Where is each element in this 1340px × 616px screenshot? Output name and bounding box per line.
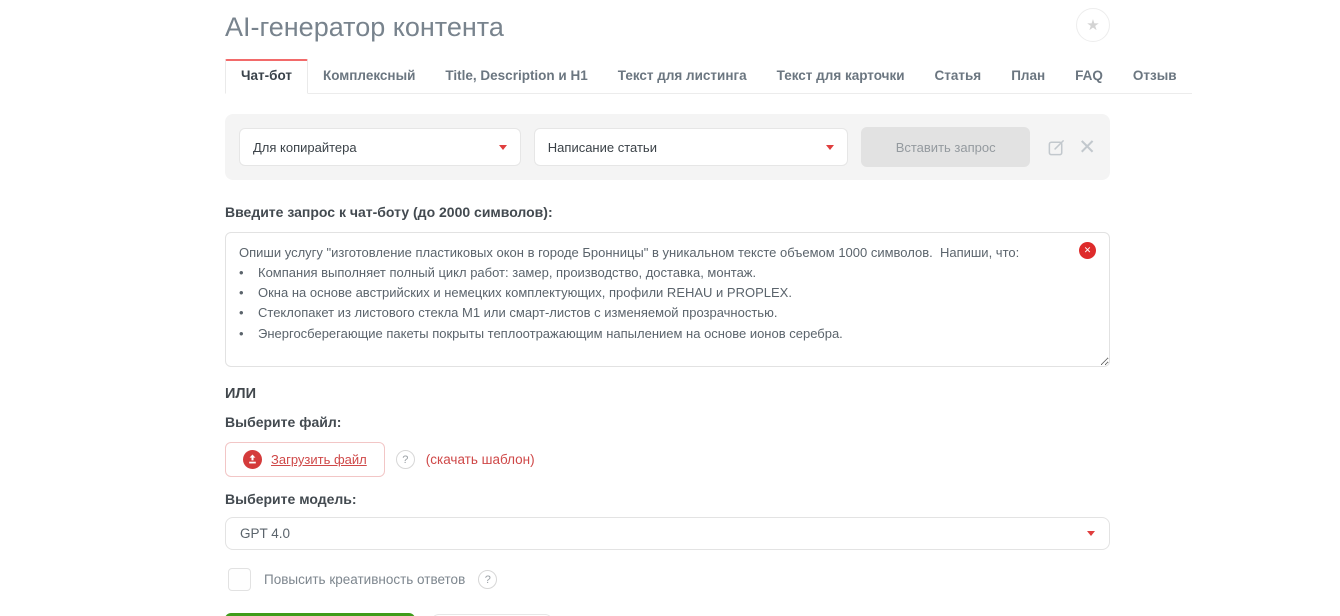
or-label: ИЛИ: [225, 386, 257, 402]
clear-icon: ✕: [1083, 245, 1092, 255]
tab-article[interactable]: Статья: [920, 59, 997, 93]
prompt-template-bar: Для копирайтера Написание статьи Вставит…: [225, 114, 1110, 180]
tool-tabs: Чат-бот Комплексный Title, Description и…: [225, 59, 1192, 94]
file-section-label: Выберите файл:: [225, 414, 342, 430]
prompt-area: Опиши услугу "изготовление пластиковых о…: [225, 232, 1110, 372]
creativity-row: Повысить креативность ответов ?: [228, 568, 1110, 591]
help-icon[interactable]: ?: [395, 450, 415, 469]
upload-icon: [243, 450, 262, 469]
tab-plan[interactable]: План: [996, 59, 1060, 93]
tab-card-text[interactable]: Текст для карточки: [762, 59, 920, 93]
bar-icons: ✕: [1047, 137, 1096, 158]
tab-complex[interactable]: Комплексный: [308, 59, 430, 93]
star-icon: ★: [1086, 16, 1100, 34]
category-select[interactable]: Для копирайтера: [239, 128, 521, 166]
category-select-value: Для копирайтера: [253, 139, 357, 155]
close-icon[interactable]: ✕: [1078, 137, 1096, 158]
prompt-textarea[interactable]: Опиши услугу "изготовление пластиковых о…: [225, 232, 1110, 367]
chevron-down-icon: [1087, 531, 1095, 536]
model-section-label: Выберите модель:: [225, 491, 357, 507]
help-icon[interactable]: ?: [478, 570, 498, 589]
template-select-value: Написание статьи: [547, 139, 657, 155]
model-select[interactable]: GPT 4.0: [225, 517, 1110, 550]
edit-icon[interactable]: [1047, 138, 1066, 157]
creativity-checkbox[interactable]: [228, 568, 251, 591]
tab-title-description-h1[interactable]: Title, Description и H1: [430, 59, 602, 93]
upload-file-label: Загрузить файл: [271, 452, 367, 467]
tab-review[interactable]: Отзыв: [1118, 59, 1192, 93]
model-select-value: GPT 4.0: [240, 526, 291, 541]
favorite-button[interactable]: ★: [1076, 8, 1110, 42]
ai-content-generator-page: AI-генератор контента ★ Чат-бот Комплекс…: [225, 0, 1192, 616]
prompt-label: Введите запрос к чат-боту (до 2000 симво…: [225, 204, 553, 220]
insert-query-button[interactable]: Вставить запрос: [860, 127, 1031, 167]
tab-faq[interactable]: FAQ: [1060, 59, 1118, 93]
creativity-label: Повысить креативность ответов: [264, 572, 466, 587]
tab-listing-text[interactable]: Текст для листинга: [603, 59, 762, 93]
template-select[interactable]: Написание статьи: [533, 128, 848, 166]
upload-row: Загрузить файл ? (скачать шаблон): [225, 442, 1110, 477]
page-title: AI-генератор контента: [225, 12, 504, 42]
upload-file-button[interactable]: Загрузить файл: [225, 442, 385, 477]
chevron-down-icon: [825, 144, 834, 150]
tab-chat-bot[interactable]: Чат-бот: [225, 59, 308, 94]
clear-prompt-button[interactable]: ✕: [1079, 242, 1096, 259]
chevron-down-icon: [498, 144, 507, 150]
download-template-link[interactable]: (скачать шаблон): [426, 452, 535, 467]
